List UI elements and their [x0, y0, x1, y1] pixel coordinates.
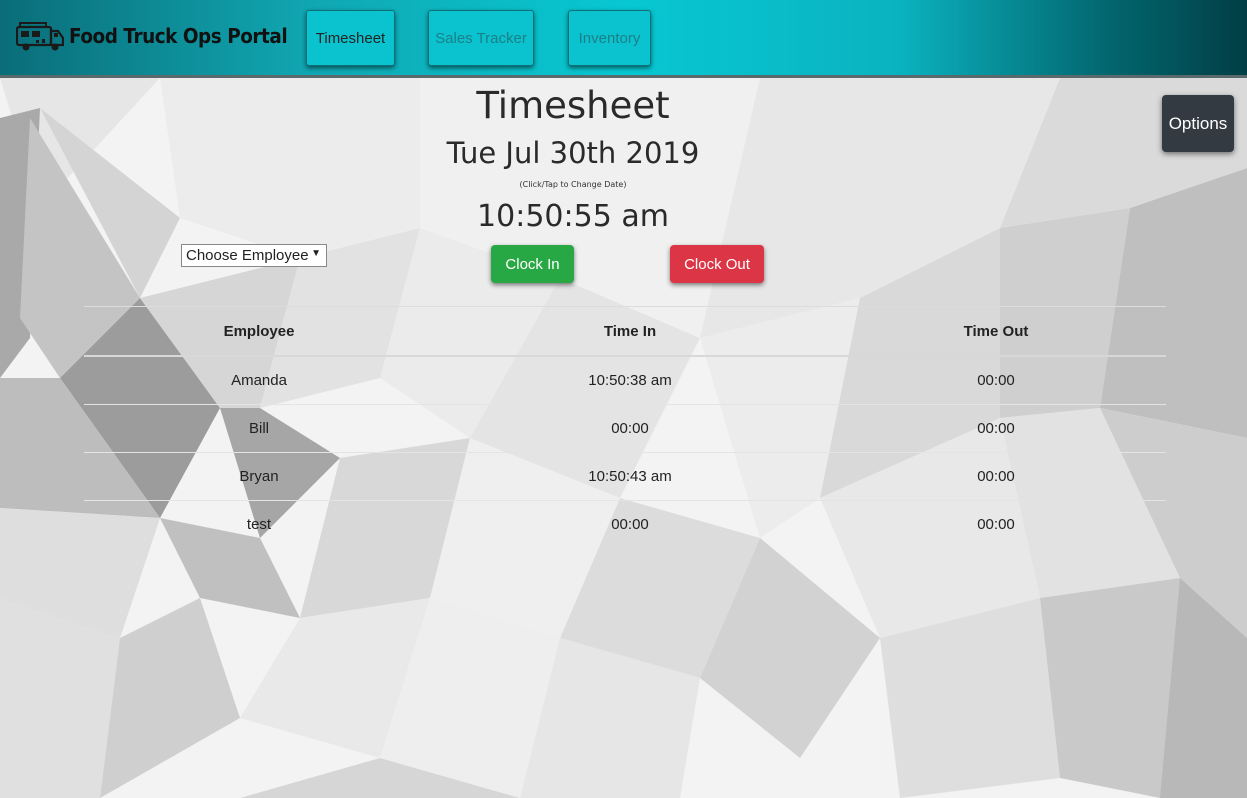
timesheet-page: Timesheet Tue Jul 30th 2019 (Click/Tap t… — [0, 0, 1247, 798]
brand[interactable]: Food Truck Ops Portal — [16, 20, 306, 52]
timesheet-table: Employee Time In Time Out Amanda 10:50:3… — [84, 306, 1166, 548]
cell-employee: Amanda — [84, 356, 434, 405]
cell-time-out: 00:00 — [826, 356, 1166, 405]
cell-employee: Bryan — [84, 452, 434, 501]
column-header-time-in: Time In — [434, 306, 826, 357]
options-button-label: Options — [1168, 113, 1228, 133]
table-header-row: Employee Time In Time Out — [84, 306, 1166, 357]
cell-time-in: 00:00 — [434, 404, 826, 453]
date-display[interactable]: Tue Jul 30th 2019 — [373, 136, 773, 170]
column-header-time-out: Time Out — [826, 306, 1166, 357]
cell-time-out: 00:00 — [977, 516, 1015, 533]
tab-sales-tracker[interactable]: Sales Tracker — [428, 10, 534, 66]
cell-time-out: 00:00 — [826, 452, 1166, 501]
page-title: Timesheet — [476, 84, 670, 127]
clock-out-label: Clock Out — [684, 255, 750, 273]
column-header-employee: Employee — [84, 306, 434, 357]
table-row: test 00:00 00:00 — [84, 501, 1166, 549]
food-truck-icon — [16, 22, 64, 51]
tab-inventory-label: Inventory — [578, 29, 641, 47]
current-time: 10:50:55 am — [477, 199, 669, 234]
tab-timesheet-label: Timesheet — [315, 29, 386, 47]
date-hint: (Click/Tap to Change Date) — [519, 180, 627, 189]
cell-time-in: 10:50:43 am — [434, 452, 826, 501]
options-button[interactable]: Options — [1162, 95, 1234, 152]
table-row: Amanda 10:50:38 am 00:00 — [84, 356, 1166, 405]
caret-down-icon: ▼ — [311, 248, 321, 259]
cell-employee: Bill — [84, 404, 434, 453]
table-row: Bryan 10:50:43 am 00:00 — [84, 452, 1166, 501]
employee-select-value: Choose Employee — [186, 247, 309, 264]
cell-time-out: 00:00 — [826, 404, 1166, 453]
brand-title: Food Truck Ops Portal — [69, 24, 288, 48]
cell-employee: test — [246, 516, 272, 533]
clock-out-button[interactable]: Clock Out — [670, 245, 764, 283]
table-row: Bill 00:00 00:00 — [84, 404, 1166, 453]
cell-time-in: 00:00 — [611, 516, 649, 533]
tab-inventory[interactable]: Inventory — [568, 10, 651, 66]
employee-select[interactable]: Choose Employee ▼ — [181, 244, 327, 267]
clock-in-label: Clock In — [505, 255, 560, 273]
navbar: Food Truck Ops Portal Timesheet Sales Tr… — [0, 0, 1247, 78]
clock-in-button[interactable]: Clock In — [491, 245, 574, 283]
cell-time-in: 10:50:38 am — [434, 356, 826, 405]
tab-sales-tracker-label: Sales Tracker — [435, 29, 527, 47]
tab-timesheet[interactable]: Timesheet — [306, 10, 395, 66]
